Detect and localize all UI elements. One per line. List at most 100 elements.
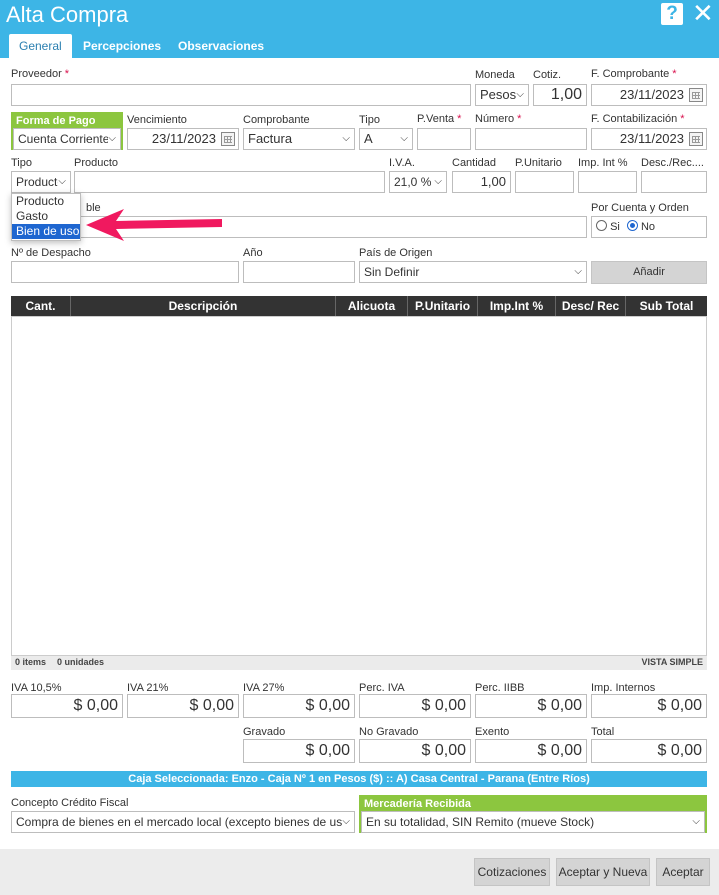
desc-rec-input[interactable] xyxy=(641,171,707,193)
numero-label: Número * xyxy=(475,113,522,125)
pventa-label: P.Venta * xyxy=(417,113,462,125)
chevron-down-icon: ⌵ xyxy=(434,176,442,187)
pais-label: País de Origen xyxy=(359,247,433,259)
radio-si[interactable] xyxy=(596,220,607,231)
anio-label: Año xyxy=(243,247,263,259)
comprobante-select[interactable]: Factura ⌵ xyxy=(243,128,355,150)
tab-observaciones[interactable]: Observaciones xyxy=(168,34,274,58)
por-cuenta-label: Por Cuenta y Orden xyxy=(591,202,689,214)
comprobante-label: Comprobante xyxy=(243,114,310,126)
cantidad-label: Cantidad xyxy=(452,157,497,169)
iva105-label: IVA 10,5% xyxy=(11,682,62,694)
chevron-down-icon: ⌵ xyxy=(58,172,66,192)
items-table-footer: 0 items 0 unidades VISTA SIMPLE xyxy=(11,656,707,670)
units-count: 0 unidades xyxy=(57,657,105,667)
iva105-value: $ 0,00 xyxy=(11,694,123,718)
tipo-dropdown-list: Producto Gasto Bien de uso xyxy=(11,193,81,241)
gravado-label: Gravado xyxy=(243,726,286,738)
f-contabilizacion-input[interactable]: 23/11/2023 xyxy=(591,128,707,150)
aceptar-y-nueva-button[interactable]: Aceptar y Nueva xyxy=(556,858,650,886)
gravado-value: $ 0,00 xyxy=(243,739,355,763)
tipo-item-select[interactable]: Producto ⌵ xyxy=(11,171,71,193)
proveedor-label: Proveedor * xyxy=(11,68,70,80)
chevron-down-icon: ⌵ xyxy=(342,133,350,144)
items-table-header: Cant. Descripción Alicuota P.Unitario Im… xyxy=(11,296,707,316)
iva27-value: $ 0,00 xyxy=(243,694,355,718)
pais-select[interactable]: Sin Definir ⌵ xyxy=(359,261,587,283)
imp-internos-label: Imp. Internos xyxy=(591,682,656,694)
f-comprobante-input[interactable]: 23/11/2023 xyxy=(591,84,707,106)
punitario-input[interactable] xyxy=(515,171,574,193)
vencimiento-input[interactable]: 23/11/2023 xyxy=(127,128,239,150)
col-punitario[interactable]: P.Unitario xyxy=(408,296,478,316)
caja-seleccionada-bar: Caja Seleccionada: Enzo - Caja Nº 1 en P… xyxy=(11,771,707,787)
moneda-label: Moneda xyxy=(475,69,515,81)
col-subtotal[interactable]: Sub Total xyxy=(626,296,707,316)
chevron-down-icon: ⌵ xyxy=(574,266,582,277)
iva21-value: $ 0,00 xyxy=(127,694,239,718)
concepto-select[interactable]: Compra de bienes en el mercado local (ex… xyxy=(11,811,355,833)
imp-int-label: Imp. Int % xyxy=(578,157,628,169)
col-desc-rec[interactable]: Desc/ Rec xyxy=(556,296,626,316)
anadir-button[interactable]: Añadir xyxy=(591,261,707,284)
chevron-down-icon: ⌵ xyxy=(342,812,350,832)
iva21-label: IVA 21% xyxy=(127,682,169,694)
imp-internos-value: $ 0,00 xyxy=(591,694,707,718)
aceptar-button[interactable]: Aceptar xyxy=(656,858,710,886)
question-icon[interactable]: ? xyxy=(661,3,683,25)
f-contabilizacion-label: F. Contabilización * xyxy=(591,113,685,125)
tab-general[interactable]: General xyxy=(9,34,72,58)
radio-no-label: No xyxy=(640,221,656,233)
cantidad-input[interactable]: 1,00 xyxy=(452,171,511,193)
perc-iibb-label: Perc. IIBB xyxy=(475,682,525,694)
imp-int-input[interactable] xyxy=(578,171,637,193)
dropdown-option-gasto[interactable]: Gasto xyxy=(12,209,80,224)
col-imp-int[interactable]: Imp.Int % xyxy=(478,296,556,316)
dropdown-option-producto[interactable]: Producto xyxy=(12,194,80,209)
mercaderia-label: Mercadería Recibida xyxy=(361,797,705,811)
vista-simple-link[interactable]: VISTA SIMPLE xyxy=(641,657,703,667)
pointer-arrow-icon xyxy=(86,209,222,241)
cotiz-input[interactable]: 1,00 xyxy=(533,84,587,106)
close-icon[interactable]: ✕ xyxy=(692,0,714,26)
tipo-comprobante-label: Tipo xyxy=(359,114,380,126)
col-alicuota[interactable]: Alicuota xyxy=(336,296,408,316)
col-cant[interactable]: Cant. xyxy=(11,296,71,316)
dropdown-option-bien-de-uso[interactable]: Bien de uso xyxy=(12,224,80,239)
items-table-body xyxy=(11,316,707,656)
por-cuenta-group: Si No xyxy=(591,216,707,238)
mercaderia-select[interactable]: En su totalidad, SIN Remito (mueve Stock… xyxy=(361,811,705,833)
proveedor-input[interactable] xyxy=(11,84,471,106)
despacho-input[interactable] xyxy=(11,261,239,283)
iva-select[interactable]: 21,0 % ⌵ xyxy=(389,171,447,193)
calendar-icon[interactable] xyxy=(689,132,703,146)
tipo-comprobante-select[interactable]: A ⌵ xyxy=(359,128,413,150)
col-descripcion[interactable]: Descripción xyxy=(71,296,336,316)
exento-value: $ 0,00 xyxy=(475,739,587,763)
perc-iibb-value: $ 0,00 xyxy=(475,694,587,718)
total-value: $ 0,00 xyxy=(591,739,707,763)
iva27-label: IVA 27% xyxy=(243,682,285,694)
concepto-label: Concepto Crédito Fiscal xyxy=(11,797,129,809)
tipo-item-label: Tipo xyxy=(11,157,32,169)
chevron-down-icon: ⌵ xyxy=(400,133,408,144)
calendar-icon[interactable] xyxy=(689,88,703,102)
cotizaciones-button[interactable]: Cotizaciones xyxy=(474,858,550,886)
producto-input[interactable] xyxy=(74,171,385,193)
numero-input[interactable] xyxy=(475,128,587,150)
tab-percepciones[interactable]: Percepciones xyxy=(73,34,171,58)
perc-iva-value: $ 0,00 xyxy=(359,694,471,718)
cotiz-label: Cotiz. xyxy=(533,69,562,81)
no-gravado-value: $ 0,00 xyxy=(359,739,471,763)
forma-pago-select[interactable]: Cuenta Corriente ⌵ xyxy=(13,128,121,150)
pventa-input[interactable] xyxy=(417,128,471,150)
despacho-label: Nº de Despacho xyxy=(11,247,91,259)
chevron-down-icon: ⌵ xyxy=(692,816,700,827)
exento-label: Exento xyxy=(475,726,510,738)
radio-si-label: Si xyxy=(610,221,620,233)
moneda-select[interactable]: Pesos ⌵ xyxy=(475,84,529,106)
radio-no[interactable] xyxy=(626,220,638,231)
total-label: Total xyxy=(591,726,615,738)
calendar-icon[interactable] xyxy=(221,132,235,146)
anio-input[interactable] xyxy=(243,261,355,283)
